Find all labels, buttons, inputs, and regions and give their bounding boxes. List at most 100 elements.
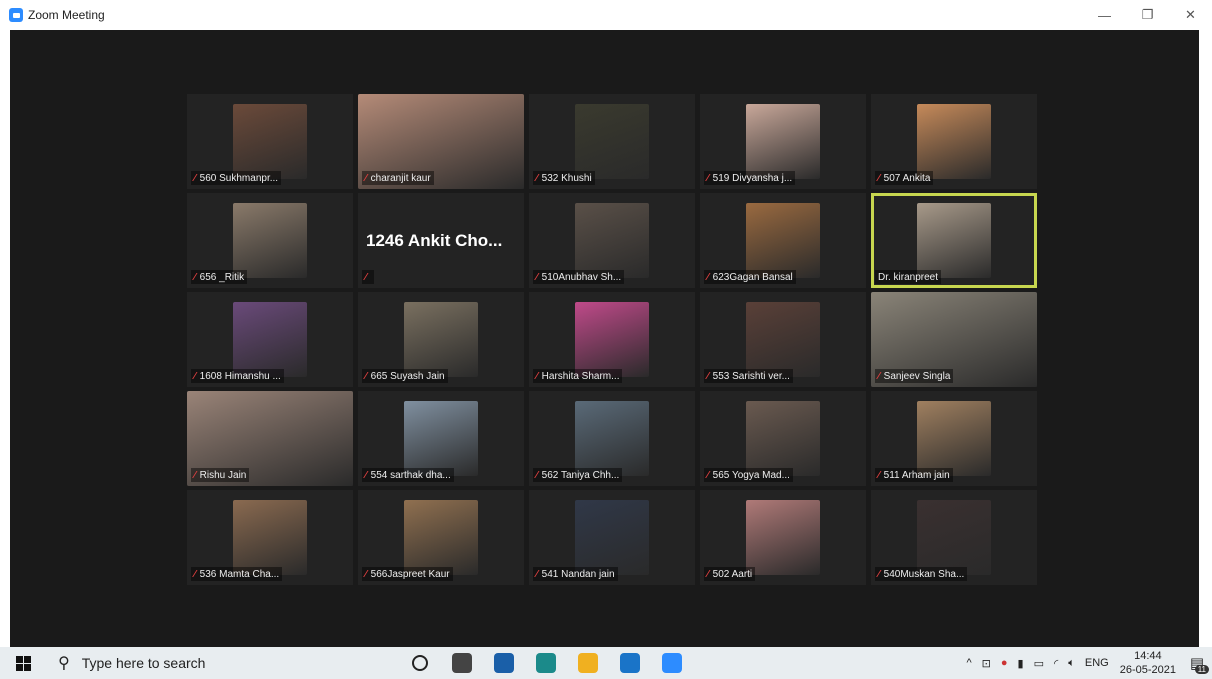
- language-indicator[interactable]: ENG: [1085, 657, 1109, 669]
- participant-video: [233, 302, 307, 377]
- participant-label: ⁄ 511 Arham jain: [875, 468, 953, 482]
- participant-name: 507 Ankita: [883, 172, 931, 184]
- participant-tile[interactable]: ⁄ 566Jaspreet Kaur: [358, 490, 524, 585]
- participant-tile[interactable]: ⁄ Rishu Jain: [187, 391, 353, 486]
- muted-mic-icon: ⁄: [707, 568, 709, 580]
- participant-video: [746, 302, 820, 377]
- participant-tile[interactable]: Dr. kiranpreet: [871, 193, 1037, 288]
- participant-name: Sanjeev Singla: [883, 370, 951, 382]
- task-view-taskbar-button[interactable]: [441, 647, 483, 679]
- participant-tile[interactable]: ⁄ 510Anubhav Sh...: [529, 193, 695, 288]
- wifi-icon[interactable]: ◜: [1054, 657, 1058, 670]
- participant-video: [575, 500, 649, 575]
- volume-icon[interactable]: 🔈︎: [1068, 657, 1075, 670]
- muted-mic-icon: ⁄: [878, 172, 880, 184]
- participant-tile[interactable]: ⁄ 511 Arham jain: [871, 391, 1037, 486]
- muted-mic-icon: ⁄: [878, 469, 880, 481]
- participant-tile[interactable]: ⁄ Harshita Sharm...: [529, 292, 695, 387]
- participant-tile[interactable]: ⁄ 565 Yogya Mad...: [700, 391, 866, 486]
- participant-video: [746, 203, 820, 278]
- cortana-taskbar-button[interactable]: [399, 647, 441, 679]
- participant-tile[interactable]: ⁄ 540Muskan Sha...: [871, 490, 1037, 585]
- participant-tile[interactable]: ⁄ 623Gagan Bansal: [700, 193, 866, 288]
- participant-tile[interactable]: ⁄ 502 Aarti: [700, 490, 866, 585]
- muted-mic-icon: ⁄: [194, 469, 196, 481]
- participant-label: ⁄ 532 Khushi: [533, 171, 595, 185]
- participant-tile[interactable]: ⁄ 560 Sukhmanpr...: [187, 94, 353, 189]
- mail-taskbar-button[interactable]: [483, 647, 525, 679]
- window-title: Zoom Meeting: [28, 8, 105, 22]
- edge-taskbar-button[interactable]: [525, 647, 567, 679]
- participant-label: ⁄ 565 Yogya Mad...: [704, 468, 793, 482]
- muted-mic-icon: ⁄: [194, 568, 196, 580]
- participant-tile[interactable]: 1246 Ankit Cho... ⁄: [358, 193, 524, 288]
- muted-mic-icon: ⁄: [707, 469, 709, 481]
- participant-name: 554 sarthak dha...: [370, 469, 451, 481]
- minimize-button[interactable]: —: [1083, 0, 1126, 30]
- participant-tile[interactable]: ⁄ 519 Divyansha j...: [700, 94, 866, 189]
- participant-label: ⁄ charanjit kaur: [362, 171, 434, 185]
- participant-tile[interactable]: ⁄ 541 Nandan jain: [529, 490, 695, 585]
- usb-icon[interactable]: ▮: [1018, 657, 1024, 670]
- muted-mic-icon: ⁄: [365, 271, 367, 283]
- restore-button[interactable]: ❐: [1126, 0, 1169, 30]
- participant-video: [746, 104, 820, 179]
- participant-tile[interactable]: ⁄ Sanjeev Singla: [871, 292, 1037, 387]
- muted-mic-icon: ⁄: [536, 568, 538, 580]
- antivirus-icon[interactable]: ●: [1001, 657, 1008, 669]
- participant-label: ⁄: [362, 270, 374, 284]
- participant-tile[interactable]: ⁄ 665 Suyash Jain: [358, 292, 524, 387]
- cortana-icon: [412, 655, 428, 671]
- participant-tile[interactable]: ⁄ 553 Sarishti ver...: [700, 292, 866, 387]
- participant-video: [917, 401, 991, 476]
- muted-mic-icon: ⁄: [194, 271, 196, 283]
- participant-label: ⁄ 536 Mamta Cha...: [191, 567, 283, 581]
- start-button[interactable]: [0, 647, 46, 679]
- participant-tile[interactable]: ⁄ 507 Ankita: [871, 94, 1037, 189]
- participant-label: ⁄ 507 Ankita: [875, 171, 934, 185]
- participant-tile[interactable]: ⁄ 532 Khushi: [529, 94, 695, 189]
- dell-taskbar-button[interactable]: [609, 647, 651, 679]
- participant-tile[interactable]: ⁄ 536 Mamta Cha...: [187, 490, 353, 585]
- participant-name: 562 Taniya Chh...: [541, 469, 620, 481]
- battery-icon[interactable]: ▭: [1034, 657, 1044, 670]
- close-button[interactable]: ✕: [1169, 0, 1212, 30]
- chevron-up-icon[interactable]: ^: [966, 657, 971, 669]
- participant-label: ⁄ 554 sarthak dha...: [362, 468, 454, 482]
- participant-video: [404, 401, 478, 476]
- participant-label: ⁄ Sanjeev Singla: [875, 369, 954, 383]
- participant-label: ⁄ 656 _Ritik: [191, 270, 248, 284]
- task-view-icon: [452, 653, 472, 673]
- notification-count: 11: [1194, 665, 1209, 674]
- participant-tile[interactable]: ⁄ 562 Taniya Chh...: [529, 391, 695, 486]
- participant-name-large: 1246 Ankit Cho...: [366, 231, 503, 250]
- participant-tile[interactable]: ⁄ charanjit kaur: [358, 94, 524, 189]
- participant-video: [575, 203, 649, 278]
- participant-tile[interactable]: ⁄ 554 sarthak dha...: [358, 391, 524, 486]
- muted-mic-icon: ⁄: [878, 568, 880, 580]
- muted-mic-icon: ⁄: [536, 370, 538, 382]
- muted-mic-icon: ⁄: [365, 568, 367, 580]
- title-bar: Zoom Meeting — ❐ ✕: [0, 0, 1212, 30]
- participant-label: ⁄ 540Muskan Sha...: [875, 567, 968, 581]
- action-center-button[interactable]: ▤ 11: [1182, 647, 1212, 679]
- participant-tile[interactable]: ⁄ 656 _Ritik: [187, 193, 353, 288]
- file-explorer-taskbar-button[interactable]: [567, 647, 609, 679]
- muted-mic-icon: ⁄: [536, 469, 538, 481]
- participant-name: 510Anubhav Sh...: [541, 271, 622, 283]
- tray-app-icon[interactable]: ⊡: [982, 657, 991, 670]
- muted-mic-icon: ⁄: [878, 370, 880, 382]
- participant-name: Rishu Jain: [199, 469, 247, 481]
- mail-icon: [494, 653, 514, 673]
- participant-label: ⁄ Rishu Jain: [191, 468, 250, 482]
- muted-mic-icon: ⁄: [365, 469, 367, 481]
- taskbar-search[interactable]: ⚲ Type here to search: [46, 647, 369, 679]
- participant-video: [917, 104, 991, 179]
- participant-name: 532 Khushi: [541, 172, 592, 184]
- participant-tile[interactable]: ⁄ 1608 Himanshu ...: [187, 292, 353, 387]
- clock[interactable]: 14:44 26-05-2021: [1120, 649, 1176, 677]
- participant-name: 541 Nandan jain: [541, 568, 615, 580]
- zoom-taskbar-button[interactable]: [651, 647, 693, 679]
- participant-name: 540Muskan Sha...: [883, 568, 965, 580]
- participant-video: [746, 401, 820, 476]
